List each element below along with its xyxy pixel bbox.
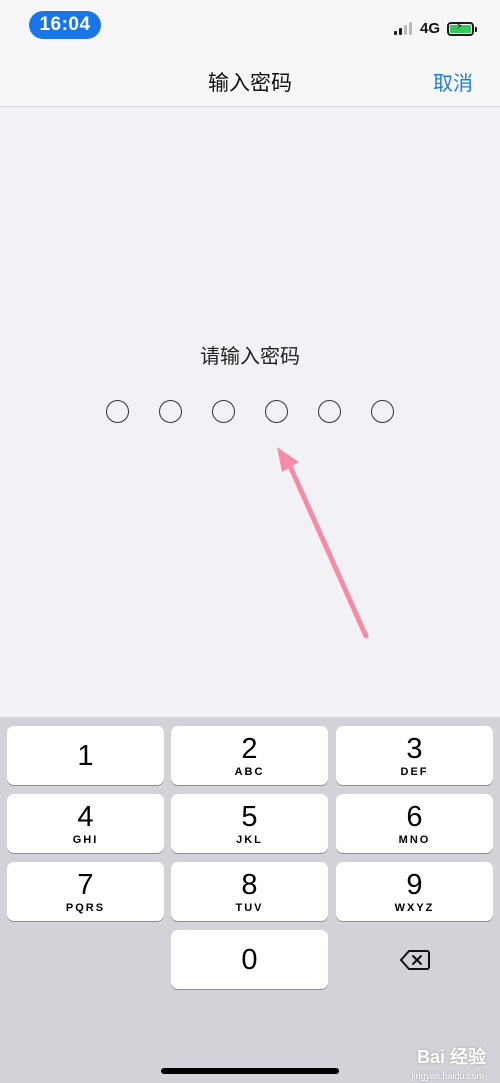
- passcode-dot: [212, 400, 235, 423]
- status-bar: 16:04 4G: [0, 0, 500, 50]
- passcode-dots: [106, 400, 394, 423]
- key-digit: 1: [77, 739, 94, 772]
- key-letters: DEF: [400, 765, 429, 778]
- key-5[interactable]: 5 JKL: [171, 794, 328, 853]
- key-9[interactable]: 9 WXYZ: [336, 862, 493, 921]
- key-letters: PQRS: [65, 901, 106, 914]
- battery-charging-icon: [447, 21, 477, 36]
- key-digit: 3: [406, 732, 423, 765]
- key-digit: 2: [241, 732, 258, 765]
- passcode-dot: [265, 400, 288, 423]
- watermark-url: jingyan.baidu.com: [411, 1071, 484, 1081]
- passcode-prompt: 请输入密码: [200, 346, 300, 368]
- backspace-icon: [399, 949, 430, 970]
- nav-bar: 输入密码 取消: [0, 50, 500, 107]
- key-1[interactable]: 1: [7, 726, 164, 785]
- page-title: 输入密码: [208, 72, 292, 95]
- key-digit: 6: [406, 800, 423, 833]
- key-3[interactable]: 3 DEF: [336, 726, 493, 785]
- passcode-dot: [318, 400, 341, 423]
- status-time[interactable]: 16:04: [29, 11, 101, 39]
- key-letters: JKL: [236, 833, 263, 846]
- key-letters: MNO: [398, 833, 431, 846]
- key-letters: GHI: [72, 833, 99, 846]
- battery-fill: [450, 21, 471, 33]
- passcode-dot: [371, 400, 394, 423]
- watermark-logo: Bai 经验: [416, 1047, 486, 1067]
- passcode-dot: [106, 400, 129, 423]
- key-digit: 0: [241, 943, 258, 976]
- key-digit: 4: [77, 800, 94, 833]
- numeric-keypad: 1 2 ABC 3 DEF 4 GHI 5 JKL 6 MNO 7 PQRS 8…: [0, 717, 500, 1083]
- key-digit: 7: [77, 868, 94, 901]
- key-letters: TUV: [235, 901, 264, 914]
- key-0[interactable]: 0: [171, 930, 328, 989]
- key-letters: WXYZ: [394, 901, 435, 914]
- key-4[interactable]: 4 GHI: [7, 794, 164, 853]
- key-8[interactable]: 8 TUV: [171, 862, 328, 921]
- key-letters: ABC: [234, 765, 265, 778]
- key-digit: 9: [406, 868, 423, 901]
- cancel-button[interactable]: 取消: [433, 67, 473, 96]
- key-blank: [7, 930, 164, 989]
- key-6[interactable]: 6 MNO: [336, 794, 493, 853]
- delete-button[interactable]: [336, 930, 493, 989]
- key-digit: 5: [241, 800, 258, 833]
- key-digit: 8: [241, 868, 258, 901]
- network-type: 4G: [420, 20, 441, 37]
- passcode-dot: [159, 400, 182, 423]
- key-7[interactable]: 7 PQRS: [7, 862, 164, 921]
- key-2[interactable]: 2 ABC: [171, 726, 328, 785]
- signal-bars-icon: [394, 21, 412, 35]
- home-indicator[interactable]: [161, 1068, 339, 1074]
